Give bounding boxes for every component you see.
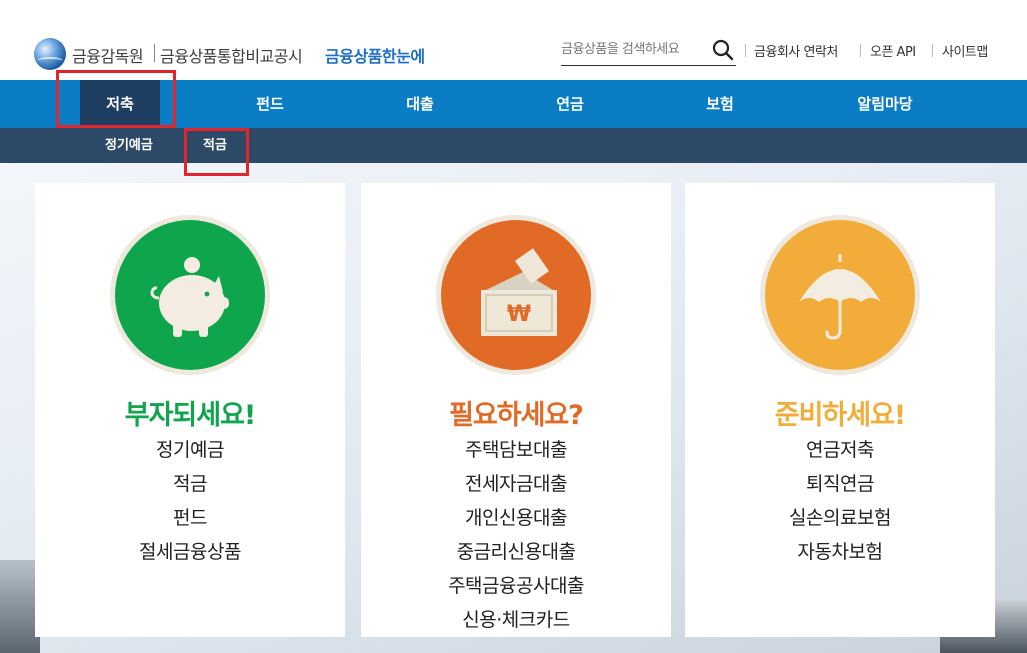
gnb-item-fund[interactable]: 펀드: [230, 80, 310, 128]
link-hf-loan[interactable]: 주택금융공사대출: [361, 569, 671, 603]
fss-logo-icon[interactable]: [34, 38, 66, 70]
card-pension-insurance: 준비하세요! 연금저축 퇴직연금 실손의료보험 자동차보험: [685, 183, 995, 637]
main-navigation: 저축 펀드 대출 연금 보험 알림마당: [0, 80, 1027, 128]
svg-text:₩: ₩: [507, 302, 531, 327]
util-divider: [745, 44, 746, 57]
card-headline: 부자되세요!: [124, 400, 257, 431]
card-link-list: 주택담보대출 전세자금대출 개인신용대출 중금리신용대출 주택금융공사대출 신용…: [361, 433, 671, 637]
link-jeonse-loan[interactable]: 전세자금대출: [361, 467, 671, 501]
util-divider: [860, 44, 861, 57]
util-divider: [932, 44, 933, 57]
gnb-item-savings[interactable]: 저축: [80, 80, 160, 128]
background-shadow-left: [0, 560, 40, 653]
card-savings: 부자되세요! 정기예금 적금 펀드 절세금융상품: [35, 183, 345, 637]
link-mortgage-loan[interactable]: 주택담보대출: [361, 433, 671, 467]
link-retirement-pension[interactable]: 퇴직연금: [685, 467, 995, 501]
card-icon-ring: ₩: [436, 215, 596, 375]
link-credit-check-card[interactable]: 신용·체크카드: [361, 603, 671, 637]
won-envelope-icon[interactable]: ₩: [441, 220, 591, 370]
util-link-contacts[interactable]: 금융회사 연락처: [754, 41, 838, 60]
card-headline: 필요하세요?: [449, 400, 584, 431]
link-auto-insurance[interactable]: 자동차보험: [685, 535, 995, 569]
gnb-item-pension[interactable]: 연금: [530, 80, 610, 128]
link-pension-savings[interactable]: 연금저축: [685, 433, 995, 467]
card-icon-ring: [760, 215, 920, 375]
card-icon-ring: [110, 215, 270, 375]
link-term-deposit[interactable]: 정기예금: [35, 433, 345, 467]
card-headline: 준비하세요!: [774, 400, 907, 431]
brand-divider: [154, 44, 155, 62]
link-medical-insurance[interactable]: 실손의료보험: [685, 501, 995, 535]
sub-navigation: 정기예금 적금: [0, 128, 1027, 163]
service-name[interactable]: 금융상품통합비교공시: [160, 43, 303, 67]
search-icon[interactable]: [710, 37, 736, 63]
link-tax-saving-products[interactable]: 절세금융상품: [35, 535, 345, 569]
gnb-item-insurance[interactable]: 보험: [680, 80, 760, 128]
link-personal-credit-loan[interactable]: 개인신용대출: [361, 501, 671, 535]
brand-name[interactable]: 금융상품한눈에: [325, 43, 425, 67]
gnb-item-notice[interactable]: 알림마당: [835, 80, 935, 128]
util-link-sitemap[interactable]: 사이트맵: [942, 41, 988, 60]
link-mid-rate-credit-loan[interactable]: 중금리신용대출: [361, 535, 671, 569]
card-loans: ₩ 필요하세요? 주택담보대출 전세자금대출 개인신용대출 중금리신용대출 주택…: [361, 183, 671, 637]
sub-item-term-deposit[interactable]: 정기예금: [105, 128, 153, 163]
card-link-list: 연금저축 퇴직연금 실손의료보험 자동차보험: [685, 433, 995, 569]
gnb-item-loan[interactable]: 대출: [380, 80, 460, 128]
link-fund[interactable]: 펀드: [35, 501, 345, 535]
search-input[interactable]: [561, 36, 706, 62]
util-link-open-api[interactable]: 오픈 API: [870, 41, 916, 60]
link-installment-savings[interactable]: 적금: [35, 467, 345, 501]
site-header: 금융감독원 금융상품통합비교공시 금융상품한눈에 금융회사 연락처 오픈 API…: [0, 0, 1027, 80]
piggy-bank-icon[interactable]: [115, 220, 265, 370]
card-link-list: 정기예금 적금 펀드 절세금융상품: [35, 433, 345, 569]
org-name[interactable]: 금융감독원: [72, 43, 144, 67]
search-box: [561, 36, 736, 66]
sub-item-installment-savings[interactable]: 적금: [203, 128, 227, 163]
umbrella-icon[interactable]: [765, 220, 915, 370]
